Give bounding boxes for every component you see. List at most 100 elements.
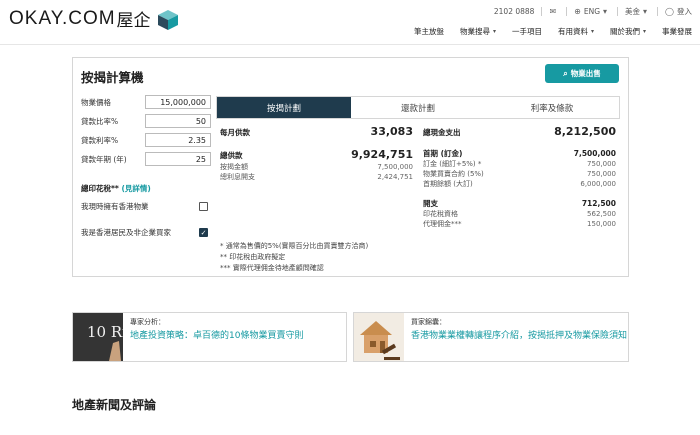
search-icon: ⌕ bbox=[563, 68, 568, 78]
nav-about-us[interactable]: 關於我們 ▾ bbox=[610, 26, 646, 37]
footnote: *** 實際代理佣金待地產顧問確認 bbox=[220, 264, 324, 272]
loan-term-label: 貸款年期 (年) bbox=[81, 154, 127, 164]
hk-resident-option[interactable]: 我是香港居民及非企業買家 ✓ bbox=[81, 227, 208, 238]
input-row: 貸款利率% 2.35 bbox=[81, 133, 211, 147]
down-payment-value: 7,500,000 bbox=[573, 149, 616, 158]
total-payment-label: 總供款 bbox=[220, 151, 243, 160]
cash-summary: 總現金支出 8,212,500 首期 (訂金) 7,500,000 訂金 (細訂… bbox=[423, 125, 616, 229]
nav-careers[interactable]: 事業發展 bbox=[662, 26, 692, 37]
language-switch[interactable]: ⊕ ENG ▾ bbox=[574, 7, 610, 16]
buyer-guide-card[interactable]: 買家錦囊： 香港物業業權轉讓程序介紹，按揭抵押及物業保險須知 bbox=[353, 312, 629, 362]
logo-cube-icon bbox=[157, 9, 178, 30]
language-label: ENG bbox=[583, 7, 601, 16]
contract-row: 物業買賣合約 (5%) 750,000 bbox=[423, 169, 616, 179]
loan-term-input[interactable]: 25 bbox=[145, 152, 211, 166]
principal-label: 按揭金額 bbox=[220, 163, 248, 171]
input-row: 貸款年期 (年) 25 bbox=[81, 152, 211, 166]
email-link[interactable]: ✉ bbox=[549, 7, 559, 16]
stamp-duty-value: 562,500 bbox=[587, 210, 616, 218]
card-category: 買家錦囊： bbox=[411, 318, 446, 326]
chevron-down-icon: ▾ bbox=[492, 28, 496, 35]
nav-label: 有用資料 bbox=[557, 27, 588, 36]
loan-ratio-input[interactable]: 50 bbox=[145, 114, 211, 128]
expenses-value: 712,500 bbox=[581, 199, 616, 208]
contract-label: 物業買賣合約 (5%) bbox=[423, 170, 484, 178]
nav-label: 筆主放盤 bbox=[413, 27, 444, 36]
nav-property-search[interactable]: 物業搜尋 ▾ bbox=[460, 26, 496, 37]
total-payment-value: 9,924,751 bbox=[351, 148, 413, 161]
agent-commission-value: 150,000 bbox=[587, 220, 616, 228]
footnotes: * 通常為售價的5%(實際百分比由買賣雙方洽商) ** 印花稅由政府擬定 ***… bbox=[220, 241, 368, 274]
phone-number: 2102 0888 bbox=[493, 7, 535, 16]
interest-rate-input[interactable]: 2.35 bbox=[145, 133, 211, 147]
hk-resident-checkbox[interactable]: ✓ bbox=[199, 228, 208, 237]
login-link[interactable]: ◯ 登入 bbox=[665, 6, 692, 17]
nav-label: 事業發展 bbox=[662, 27, 692, 36]
nav-label: 一手項目 bbox=[511, 27, 542, 36]
stamp-duty-details-link[interactable]: (見詳情) bbox=[121, 184, 150, 193]
monthly-payment-label: 每月供款 bbox=[220, 128, 250, 137]
tab-rates-and-terms[interactable]: 利率及條款 bbox=[485, 97, 619, 118]
expert-analysis-card[interactable]: 10 Rules 專家分析： 地產投資策略：卓百德的10條物業買賣守則 bbox=[72, 312, 347, 362]
calculator-tabs: 按揭計劃 還款計劃 利率及條款 bbox=[216, 96, 620, 119]
deposit-label: 訂金 (細訂+5%) * bbox=[423, 160, 482, 168]
stamp-duty-row-label: 印花稅資格 bbox=[423, 210, 458, 218]
own-hk-property-option[interactable]: 我現時擁有香港物業 bbox=[81, 201, 208, 212]
interest-rate-label: 貸款利率% bbox=[81, 135, 119, 145]
interest-row: 總利息開支 2,424,751 bbox=[220, 172, 413, 182]
interest-value: 2,424,751 bbox=[377, 173, 413, 181]
site-logo[interactable]: OKAY.COM 屋企 bbox=[9, 6, 182, 31]
news-section-title: 地產新聞及評論 bbox=[72, 398, 157, 412]
principal-value: 7,500,000 bbox=[377, 163, 413, 171]
envelope-icon: ✉ bbox=[549, 7, 557, 16]
calculator-inputs: 物業價格 15,000,000 貸款比率% 50 貸款利率% 2.35 貸款年期… bbox=[81, 95, 211, 171]
house-gavel-image bbox=[354, 313, 404, 361]
sell-property-button[interactable]: ⌕ 物業出售 bbox=[545, 64, 619, 83]
card-text: 專家分析： 地產投資策略：卓百德的10條物業買賣守則 bbox=[123, 313, 303, 361]
main-navigation: 筆主放盤 物業搜尋 ▾ 一手項目 有用資料 ▾ 關於我們 ▾ 事業發展 bbox=[398, 26, 692, 37]
user-icon: ◯ bbox=[665, 7, 674, 16]
chalk-text: 10 Rules bbox=[87, 323, 123, 341]
balance-row: 首期餘額 (大訂) 6,000,000 bbox=[423, 179, 616, 189]
monthly-payment-row: 每月供款 33,083 bbox=[220, 125, 413, 139]
card-title-link[interactable]: 地產投資策略：卓百德的10條物業買賣守則 bbox=[130, 330, 303, 343]
card-title-link[interactable]: 香港物業業權轉讓程序介紹，按揭抵押及物業保險須知 bbox=[411, 330, 627, 343]
nav-owner-listing[interactable]: 筆主放盤 bbox=[414, 26, 444, 37]
principal-row: 按揭金額 7,500,000 bbox=[220, 162, 413, 172]
total-payment-row: 總供款 9,924,751 bbox=[220, 148, 413, 162]
cash-outlay-row: 總現金支出 8,212,500 bbox=[423, 125, 616, 139]
property-price-label: 物業價格 bbox=[81, 97, 111, 107]
currency-switch[interactable]: 美金 ▾ bbox=[625, 6, 650, 17]
sell-property-label: 物業出售 bbox=[570, 69, 601, 78]
nav-label: 關於我們 bbox=[609, 27, 640, 36]
nav-new-projects[interactable]: 一手項目 bbox=[512, 26, 542, 37]
cash-outlay-label: 總現金支出 bbox=[423, 128, 461, 137]
divider bbox=[657, 7, 659, 16]
divider bbox=[541, 7, 543, 16]
input-row: 物業價格 15,000,000 bbox=[81, 95, 211, 109]
phone-link[interactable]: 2102 0888 bbox=[494, 7, 535, 16]
divider bbox=[617, 7, 619, 16]
contract-value: 750,000 bbox=[587, 170, 616, 178]
card-category: 專家分析： bbox=[130, 318, 165, 326]
tab-repayment-plan[interactable]: 還款計劃 bbox=[351, 97, 485, 118]
interest-label: 總利息開支 bbox=[220, 173, 255, 181]
loan-ratio-label: 貸款比率% bbox=[81, 116, 119, 126]
balance-value: 6,000,000 bbox=[580, 180, 616, 188]
tab-mortgage-plan[interactable]: 按揭計劃 bbox=[217, 97, 351, 118]
chevron-down-icon: ▾ bbox=[590, 28, 594, 35]
nav-label: 物業搜尋 bbox=[459, 27, 490, 36]
divider bbox=[566, 7, 568, 16]
ten-rules-chalkboard-image: 10 Rules bbox=[73, 313, 123, 361]
deposit-row: 訂金 (細訂+5%) * 750,000 bbox=[423, 159, 616, 169]
calculator-title: 按揭計算機 bbox=[81, 70, 144, 85]
nav-useful-info[interactable]: 有用資料 ▾ bbox=[558, 26, 594, 37]
own-hk-property-checkbox[interactable] bbox=[199, 202, 208, 211]
hk-resident-label: 我是香港居民及非企業買家 bbox=[81, 228, 171, 237]
property-price-input[interactable]: 15,000,000 bbox=[145, 95, 211, 109]
card-text: 買家錦囊： 香港物業業權轉讓程序介紹，按揭抵押及物業保險須知 bbox=[404, 313, 627, 361]
footnote: * 通常為售價的5%(實際百分比由買賣雙方洽商) bbox=[220, 242, 369, 250]
login-label: 登入 bbox=[677, 7, 692, 16]
top-utility-bar: 2102 0888 ✉ ⊕ ENG ▾ 美金 ▾ ◯ 登入 bbox=[494, 6, 692, 17]
globe-icon: ⊕ bbox=[574, 7, 581, 16]
